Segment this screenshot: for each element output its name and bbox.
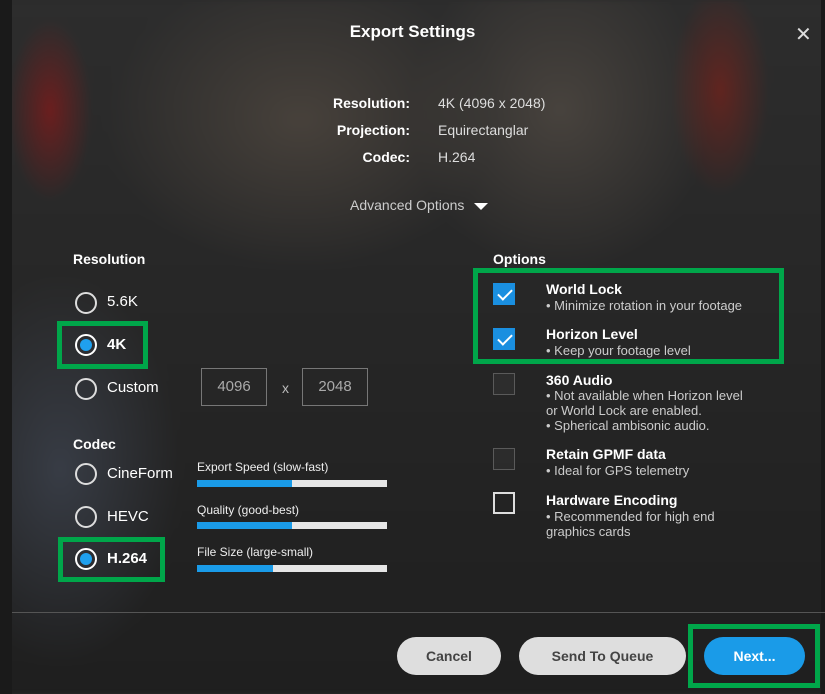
summary-projection-label: Projection:	[336, 122, 410, 138]
hardware-encoding-desc-line: • Recommended for high end	[546, 509, 715, 524]
world-lock-desc: • Minimize rotation in your footage	[546, 298, 743, 313]
dialog-title: Export Settings	[349, 22, 476, 41]
360-audio-desc-line: or World Lock are enabled.	[546, 403, 702, 418]
summary-projection-value: Equirectanglar	[438, 122, 529, 138]
radio-4k-label: 4K	[107, 336, 127, 353]
radio-hevc-label: HEVC	[107, 508, 149, 525]
retain-gpmf-checkbox[interactable]	[493, 448, 515, 470]
radio-h264[interactable]	[75, 548, 97, 570]
export-speed-meter	[197, 480, 387, 487]
horizon-level-checkbox[interactable]	[493, 328, 515, 350]
hardware-encoding-title: Hardware Encoding	[546, 492, 678, 508]
360-audio-checkbox[interactable]	[493, 373, 515, 395]
highlight-box	[57, 321, 148, 369]
radio-4k[interactable]	[75, 334, 97, 356]
custom-width-input[interactable]: 4096	[201, 368, 267, 406]
file-size-label: File Size (large-small)	[197, 545, 314, 559]
resolution-heading: Resolution	[73, 251, 146, 267]
radio-5-6k-label: 5.6K	[107, 293, 138, 310]
hardware-encoding-desc-line: graphics cards	[546, 524, 631, 539]
window-edge	[821, 0, 825, 694]
summary-resolution-label: Resolution:	[333, 95, 410, 111]
meter-fill	[197, 480, 292, 487]
cancel-button[interactable]: Cancel	[397, 637, 501, 675]
advanced-options-toggle[interactable]: Advanced Options	[350, 197, 489, 213]
summary-codec-value: H.264	[438, 149, 476, 165]
options-heading: Options	[493, 251, 546, 267]
summary-resolution-value: 4K (4096 x 2048)	[438, 95, 546, 111]
quality-meter	[197, 522, 387, 529]
radio-5-6k[interactable]	[75, 292, 97, 314]
radio-h264-label: H.264	[107, 550, 148, 567]
horizon-level-desc: • Keep your footage level	[546, 343, 691, 358]
send-to-queue-button[interactable]: Send To Queue	[519, 637, 686, 675]
radio-hevc[interactable]	[75, 506, 97, 528]
meter-fill	[197, 565, 273, 572]
window-edge	[0, 0, 12, 694]
hardware-encoding-checkbox[interactable]	[493, 492, 515, 514]
quality-label: Quality (good-best)	[197, 503, 300, 517]
horizon-level-title: Horizon Level	[546, 326, 638, 342]
footer-divider	[12, 612, 825, 613]
radio-custom[interactable]	[75, 378, 97, 400]
retain-gpmf-desc: • Ideal for GPS telemetry	[546, 463, 690, 478]
close-icon[interactable]: ✕	[795, 22, 812, 47]
radio-cineform-label: CineForm	[107, 465, 173, 482]
next-button[interactable]: Next...	[704, 637, 805, 675]
advanced-options-label: Advanced Options	[350, 197, 465, 213]
360-audio-desc-line: • Not available when Horizon level	[546, 388, 743, 403]
custom-height-input[interactable]: 2048	[302, 368, 368, 406]
360-audio-desc-line: • Spherical ambisonic audio.	[546, 418, 710, 433]
caret-down-icon	[474, 202, 489, 210]
export-speed-label: Export Speed (slow-fast)	[197, 460, 329, 474]
file-size-meter	[197, 565, 387, 572]
codec-heading: Codec	[73, 436, 116, 452]
summary-codec-label: Codec:	[362, 149, 410, 165]
world-lock-title: World Lock	[546, 281, 622, 297]
dimension-separator: x	[282, 380, 289, 396]
radio-cineform[interactable]	[75, 463, 97, 485]
radio-custom-label: Custom	[107, 379, 159, 396]
meter-fill	[197, 522, 292, 529]
retain-gpmf-title: Retain GPMF data	[546, 446, 666, 462]
world-lock-checkbox[interactable]	[493, 283, 515, 305]
360-audio-title: 360 Audio	[546, 372, 613, 388]
